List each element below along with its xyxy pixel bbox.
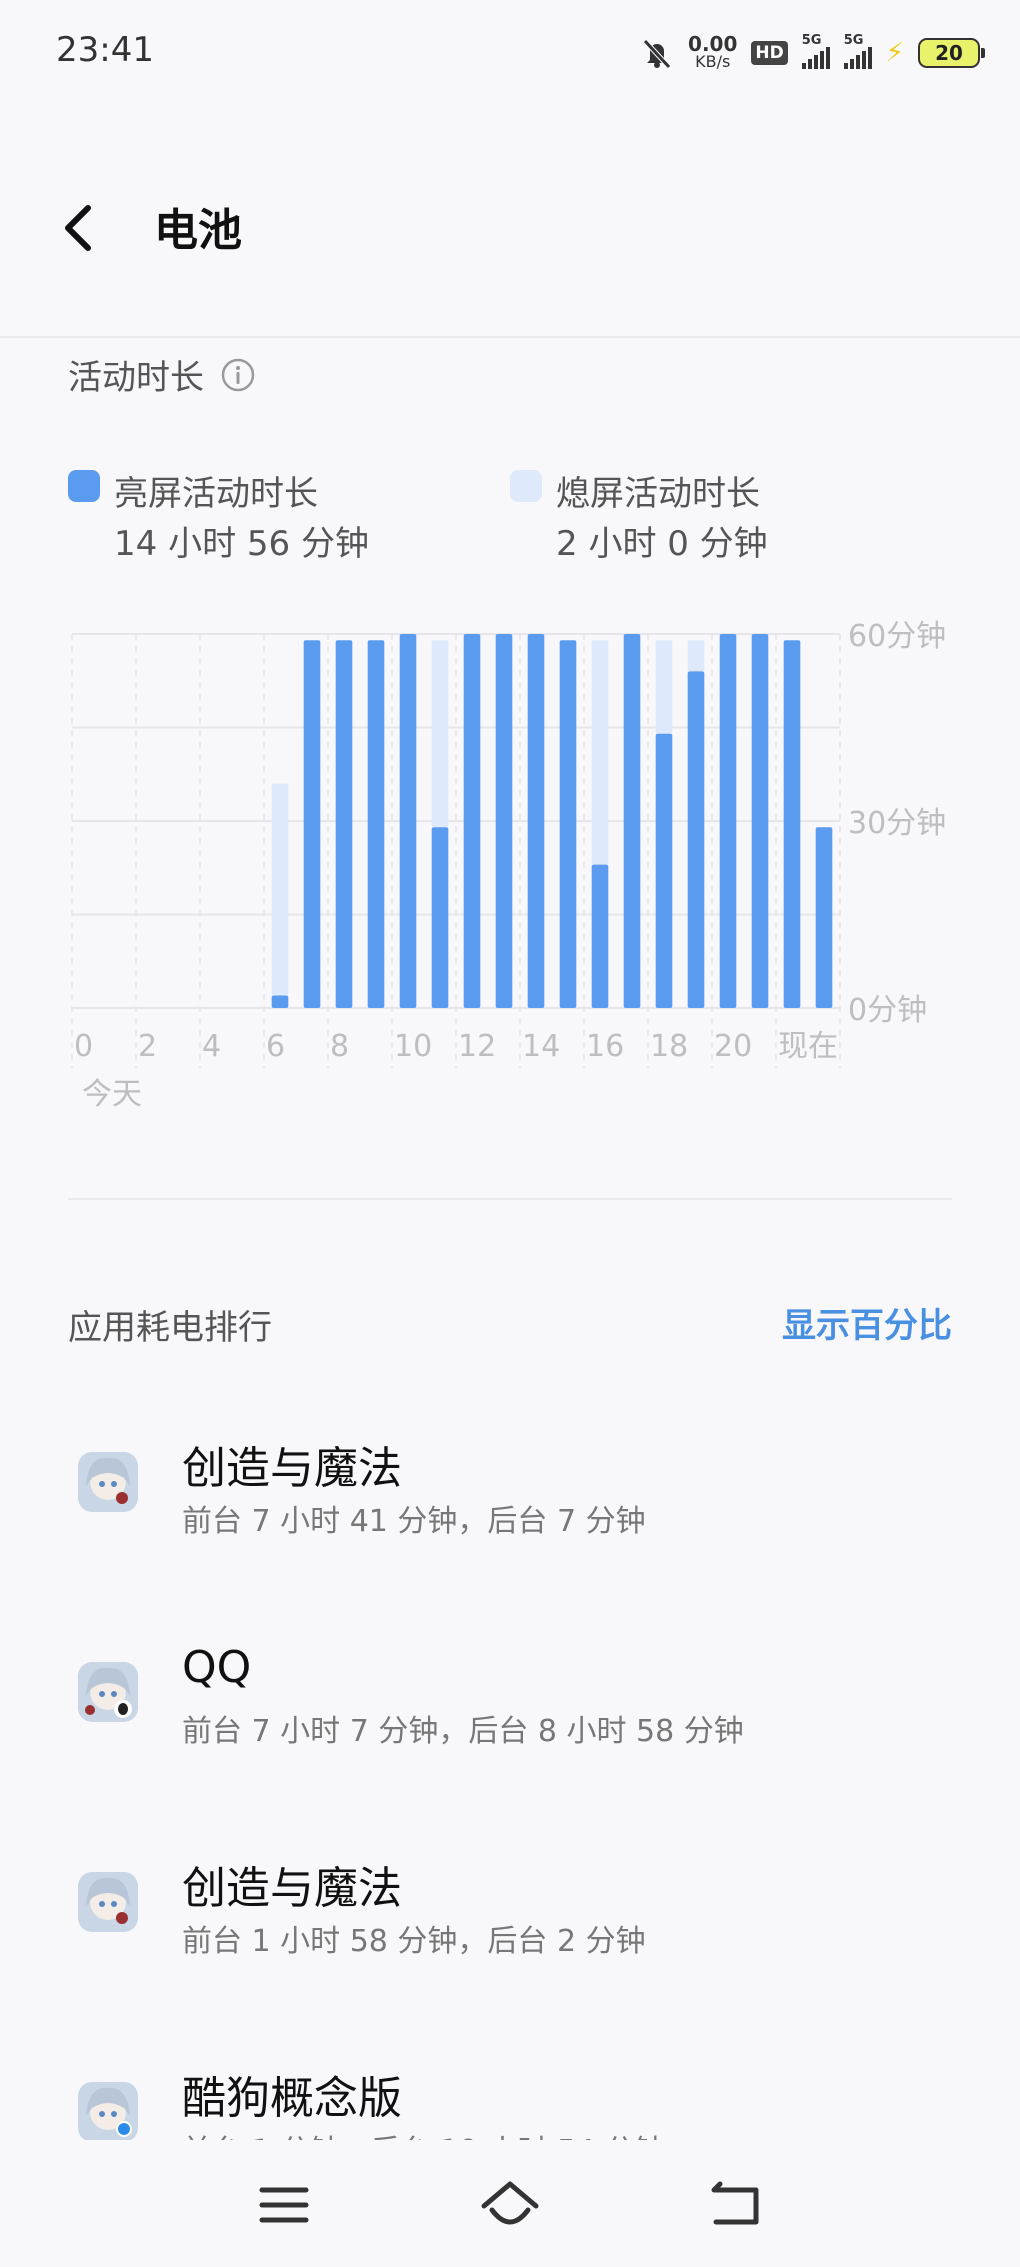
anime-avatar-icon	[78, 1452, 138, 1512]
bar-screen-on	[399, 634, 417, 1008]
x-tick-label: 16	[586, 1029, 624, 1064]
section-divider	[68, 1198, 952, 1200]
signal-5g-icon: 5G	[801, 33, 830, 69]
app-usage: 前台 7 小时 7 分钟，后台 8 小时 58 分钟	[182, 1714, 744, 1749]
bar-screen-on	[559, 640, 577, 1008]
page-title: 电池	[154, 205, 242, 256]
x-tick-label: 现在	[778, 1029, 838, 1064]
bar-screen-on	[783, 640, 801, 1008]
signal-label: 5G	[801, 33, 822, 48]
app-header: 电池	[0, 140, 1020, 300]
chevron-left-icon	[65, 205, 91, 251]
bar-screen-on	[303, 640, 321, 1008]
activity-chart: 60分钟 30分钟 0分钟 0 2 4 6 8 10 12 14 16 18 20 现在今天	[71, 619, 946, 1112]
charging-icon: ⚡	[885, 38, 904, 68]
x-sublabel: 今天	[82, 1077, 142, 1112]
bar-screen-off	[271, 783, 289, 996]
legend-swatch	[68, 470, 100, 502]
app-name: QQ	[182, 1642, 252, 1693]
app-usage: 前台 1 小时 58 分钟，后台 2 分钟	[182, 1924, 646, 1959]
signal-5g-icon: 5G	[843, 33, 872, 69]
ranking-title: 应用耗电排行	[68, 1308, 272, 1348]
status-bar: 23:41 0.00 KB/s HD 5G 5G ⚡ 20	[0, 0, 1020, 110]
legend-value: 2 小时 0 分钟	[556, 524, 768, 564]
x-tick-label: 10	[394, 1029, 432, 1064]
bar-screen-on	[431, 827, 449, 1008]
app-list-item[interactable]: 创造与魔法 前台 7 小时 41 分钟，后台 7 分钟	[0, 1400, 1020, 1590]
legend-value: 14 小时 56 分钟	[114, 524, 369, 564]
bar-screen-on	[367, 640, 385, 1008]
status-time: 23:41	[56, 30, 154, 70]
y-tick-label: 60分钟	[848, 619, 946, 654]
app-list-item[interactable]: QQ 前台 7 小时 7 分钟，后台 8 小时 58 分钟	[0, 1610, 1020, 1800]
bar-screen-on	[463, 634, 481, 1008]
activity-section-title: 活动时长	[68, 350, 256, 399]
app-name: 酷狗概念版	[182, 2073, 402, 2124]
bar-screen-off	[687, 640, 705, 672]
bar-screen-on	[591, 864, 609, 1008]
qq-avatar-icon	[78, 1662, 138, 1722]
back-icon	[711, 2181, 759, 2225]
signal-label: 5G	[843, 33, 864, 48]
activity-title: 活动时长	[68, 358, 204, 398]
bar-screen-on	[751, 634, 769, 1008]
header-divider	[0, 336, 1020, 338]
bar-screen-on	[655, 733, 673, 1008]
show-percentage-button[interactable]: 显示百分比	[782, 1298, 952, 1347]
status-icons: 0.00 KB/s HD 5G 5G ⚡ 20	[640, 30, 985, 76]
x-tick-label: 2	[138, 1029, 157, 1064]
mute-icon	[643, 39, 671, 69]
anime-avatar-icon	[78, 1872, 138, 1932]
nav-back-button[interactable]	[696, 2170, 776, 2240]
x-tick-label: 12	[458, 1029, 496, 1064]
bar-screen-on	[495, 634, 513, 1008]
bar-screen-on	[623, 634, 641, 1008]
bar-screen-off	[655, 640, 673, 734]
app-name: 创造与魔法	[182, 1443, 402, 1494]
recent-apps-button[interactable]	[244, 2170, 324, 2240]
bar-screen-off	[591, 640, 609, 865]
app-name: 创造与魔法	[182, 1863, 402, 1914]
y-tick-label: 0分钟	[848, 993, 927, 1028]
network-speed-unit: KB/s	[695, 52, 731, 71]
network-speed: 0.00 KB/s	[688, 32, 738, 71]
app-usage: 前台 7 小时 41 分钟，后台 7 分钟	[182, 1504, 646, 1539]
x-tick-label: 14	[522, 1029, 560, 1064]
menu-icon	[259, 2187, 309, 2223]
network-speed-value: 0.00	[688, 32, 738, 56]
bar-screen-off	[431, 640, 449, 828]
home-icon	[481, 2181, 539, 2225]
navigation-bar	[0, 2140, 1020, 2267]
app-list-item[interactable]: 创造与魔法 前台 1 小时 58 分钟，后台 2 分钟	[0, 1820, 1020, 2010]
x-tick-label: 0	[74, 1029, 93, 1064]
x-tick-label: 6	[266, 1029, 285, 1064]
battery-level: 20	[935, 41, 963, 65]
back-button[interactable]	[52, 198, 112, 258]
bar-screen-on	[335, 640, 353, 1008]
info-icon[interactable]	[220, 357, 256, 393]
bar-screen-on	[527, 634, 545, 1008]
x-tick-label: 4	[202, 1029, 221, 1064]
bar-screen-on	[815, 827, 833, 1008]
home-button[interactable]	[470, 2170, 550, 2240]
legend-label: 亮屏活动时长	[114, 474, 318, 514]
x-tick-label: 18	[650, 1029, 688, 1064]
x-tick-label: 8	[330, 1029, 349, 1064]
hd-icon: HD	[751, 41, 788, 65]
bar-screen-on	[719, 634, 737, 1008]
bar-screen-on	[687, 671, 705, 1008]
bar-screen-on	[271, 995, 289, 1008]
legend-label: 熄屏活动时长	[556, 474, 760, 514]
y-tick-label: 30分钟	[848, 806, 946, 841]
x-tick-label: 20	[714, 1029, 752, 1064]
battery-icon: 20	[918, 38, 985, 68]
kugou-avatar-icon	[78, 2082, 138, 2142]
legend-swatch	[510, 470, 542, 502]
